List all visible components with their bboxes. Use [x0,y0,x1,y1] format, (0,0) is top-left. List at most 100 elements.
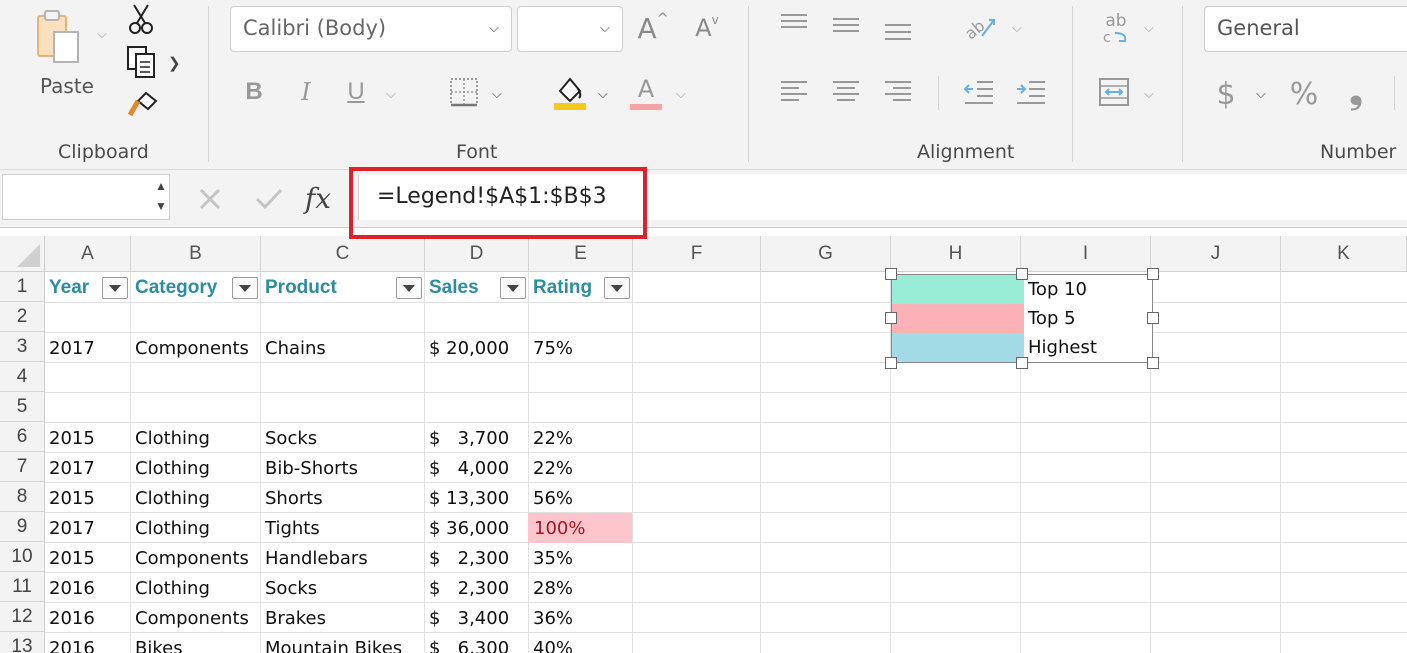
header-cell-sales[interactable]: Sales [429,273,479,303]
row-header[interactable]: 5 [0,392,45,422]
align-bottom-icon[interactable] [882,10,914,44]
number-format-select[interactable]: General [1204,6,1407,52]
cell-year[interactable]: 2015 [49,543,95,573]
cell-year[interactable]: 2017 [49,333,95,363]
cell-year[interactable]: 2016 [49,603,95,633]
cell-year[interactable]: 2016 [49,633,95,653]
insert-function-button[interactable]: fx [298,178,338,218]
cell-product[interactable]: Handlebars [265,543,368,573]
cell-product[interactable]: Shorts [265,483,323,513]
borders-dropdown-icon[interactable]: ⌵ [492,86,502,102]
cell-rating[interactable]: 75% [533,333,573,363]
fill-color-icon[interactable] [550,72,590,112]
cell-category[interactable]: Components [135,333,249,363]
row-header[interactable]: 12 [0,602,45,632]
filter-dropdown-button[interactable] [102,277,128,299]
cell-rating[interactable]: 22% [533,423,573,453]
cell-rating[interactable]: 28% [533,573,573,603]
cell-rating[interactable]: 56% [533,483,573,513]
row-header[interactable]: 1 [0,272,45,302]
cell-sales[interactable]: $ 4,000 [429,453,509,483]
cell-year[interactable]: 2015 [49,483,95,513]
cell-category[interactable]: Components [135,603,249,633]
name-box-down-icon[interactable]: ▼ [155,199,167,213]
row-header[interactable]: 11 [0,572,45,602]
align-left-icon[interactable] [778,76,810,108]
format-painter-icon[interactable] [125,88,161,120]
cell-sales[interactable]: $ 36,000 [429,513,509,543]
fill-color-dropdown-icon[interactable]: ⌵ [598,86,608,102]
cell-category[interactable]: Clothing [135,423,210,453]
filter-dropdown-button[interactable] [604,277,630,299]
cell-sales[interactable]: $ 3,400 [429,603,509,633]
currency-dropdown-icon[interactable]: ⌵ [1256,86,1266,102]
column-header[interactable]: F [633,236,761,272]
cell-year[interactable]: 2017 [49,513,95,543]
cell-product[interactable]: Tights [265,513,320,543]
percent-button[interactable]: % [1284,74,1324,114]
column-header[interactable]: H [891,236,1021,272]
decrease-font-size-button[interactable]: Av [690,8,724,48]
cut-icon[interactable] [126,2,156,36]
increase-indent-icon[interactable] [1014,76,1048,108]
cell-year[interactable]: 2017 [49,453,95,483]
cell-product[interactable]: Mountain Bikes [265,633,402,653]
filter-dropdown-button[interactable] [500,277,526,299]
align-top-icon[interactable] [778,8,810,40]
cell-category[interactable]: Clothing [135,513,210,543]
legend-picture[interactable]: Top 10 Top 5 Highest [891,274,1153,363]
orientation-dropdown-icon[interactable]: ⌵ [1012,20,1022,36]
cell-rating-highlighted[interactable]: 100% [528,513,632,543]
paste-dropdown-icon[interactable]: ⌵ [97,26,107,42]
row-header[interactable]: 9 [0,512,45,542]
select-all-corner[interactable] [0,236,45,272]
cell-sales[interactable]: $ 2,300 [429,573,509,603]
resize-handle[interactable] [885,268,897,280]
cell-sales[interactable]: $ 6,300 [429,633,509,653]
resize-handle[interactable] [1147,357,1159,369]
cell-rating[interactable]: 40% [533,633,573,653]
borders-icon[interactable] [446,74,482,110]
align-middle-icon[interactable] [830,8,862,40]
merge-dropdown-icon[interactable]: ⌵ [1144,86,1154,102]
enter-icon[interactable] [252,182,286,216]
underline-button[interactable]: U [340,74,372,110]
header-cell-rating[interactable]: Rating [533,273,592,303]
font-name-select[interactable]: Calibri (Body) ⌵ [230,6,512,52]
column-header[interactable]: B [131,236,261,272]
name-box-up-icon[interactable]: ▲ [155,179,167,193]
row-header[interactable]: 13 [0,632,45,653]
header-cell-category[interactable]: Category [135,273,217,303]
orientation-icon[interactable]: ab [960,8,1000,44]
resize-handle[interactable] [885,312,897,324]
row-header[interactable]: 3 [0,332,45,362]
column-header[interactable]: A [45,236,131,272]
cell-category[interactable]: Clothing [135,453,210,483]
column-header[interactable]: G [761,236,891,272]
merge-center-icon[interactable] [1096,76,1132,108]
cell-rating[interactable]: 35% [533,543,573,573]
row-header[interactable]: 7 [0,452,45,482]
cell-sales[interactable]: $ 20,000 [429,333,509,363]
copy-icon[interactable] [124,44,160,80]
comma-style-button[interactable]: ❟ [1340,72,1372,112]
column-header[interactable]: C [261,236,425,272]
wrap-text-icon[interactable]: ab c [1096,10,1136,50]
wrap-text-dropdown-icon[interactable]: ⌵ [1144,20,1154,36]
cell-product[interactable]: Brakes [265,603,326,633]
cell-rating[interactable]: 36% [533,603,573,633]
cell-product[interactable]: Socks [265,423,317,453]
increase-font-size-button[interactable]: A ^ [636,8,670,48]
row-header[interactable]: 10 [0,542,45,572]
cell-sales[interactable]: $ 2,300 [429,543,509,573]
column-header[interactable]: J [1151,236,1281,272]
row-header[interactable]: 2 [0,302,45,332]
align-center-icon[interactable] [830,76,862,108]
column-header[interactable]: K [1281,236,1407,272]
cell-sales[interactable]: $ 13,300 [429,483,509,513]
cell-product[interactable]: Bib-Shorts [265,453,358,483]
decrease-indent-icon[interactable] [962,76,996,108]
copy-dropdown-icon[interactable]: ❯ [168,54,181,72]
name-box[interactable]: ▲ ▼ [2,174,170,220]
cell-category[interactable]: Bikes [135,633,183,653]
